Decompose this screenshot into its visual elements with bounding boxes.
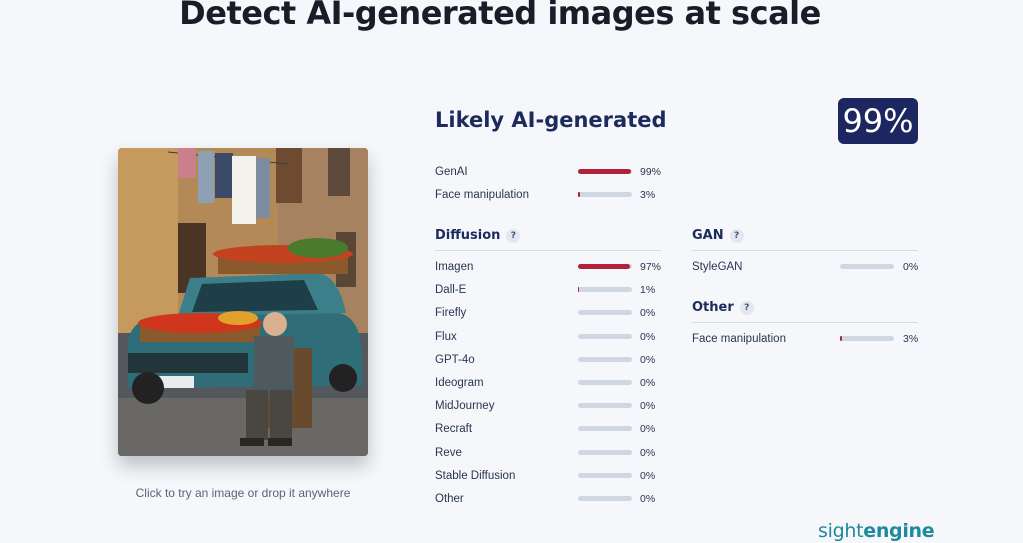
score-row: Recraft 0% bbox=[435, 421, 680, 437]
score-percent: 0% bbox=[640, 423, 656, 436]
other-section-title: Other? bbox=[692, 300, 754, 315]
score-percent: 0% bbox=[903, 261, 919, 273]
score-percent: 0% bbox=[640, 330, 656, 343]
score-bar-track bbox=[578, 310, 632, 316]
score-bar-track bbox=[840, 336, 894, 341]
score-bar-fill bbox=[578, 192, 580, 197]
score-bar-track bbox=[578, 169, 632, 174]
score-row: StyleGAN 0% bbox=[692, 259, 943, 275]
score-row: MidJourney 0% bbox=[435, 398, 680, 414]
gan-help-icon[interactable]: ? bbox=[729, 228, 744, 243]
score-percent: 0% bbox=[640, 446, 656, 459]
score-bar-track bbox=[578, 333, 632, 339]
score-row: Stable Diffusion 0% bbox=[435, 468, 680, 484]
score-row: Other 0% bbox=[435, 491, 680, 507]
score-bar-track bbox=[578, 264, 632, 269]
other-title: Other bbox=[692, 300, 734, 315]
score-percent: 0% bbox=[640, 493, 656, 505]
brand-bold: engine bbox=[863, 520, 935, 542]
score-label: Reve bbox=[435, 446, 462, 459]
score-label: Recraft bbox=[435, 423, 473, 436]
score-bar-track bbox=[840, 264, 894, 269]
score-label: GenAI bbox=[435, 166, 468, 178]
score-label: Stable Diffusion bbox=[435, 469, 516, 482]
score-row: Ideogram 0% bbox=[435, 375, 680, 391]
uploaded-image-preview[interactable] bbox=[118, 148, 368, 456]
score-label: Imagen bbox=[435, 261, 474, 273]
upload-caption[interactable]: Click to try an image or drop it anywher… bbox=[118, 486, 368, 500]
gan-section-title: GAN? bbox=[692, 228, 744, 243]
score-label: Face manipulation bbox=[435, 189, 529, 201]
score-row: GPT-4o 0% bbox=[435, 352, 680, 368]
score-bar-fill bbox=[578, 169, 632, 174]
overall-score-badge: 99% bbox=[838, 98, 918, 144]
page-headline: Detect AI-generated images at scale bbox=[179, 0, 821, 32]
gan-divider bbox=[692, 250, 918, 251]
score-percent: 1% bbox=[640, 284, 656, 297]
diffusion-help-icon[interactable]: ? bbox=[506, 228, 521, 243]
score-label: StyleGAN bbox=[692, 261, 743, 273]
score-bar-fill bbox=[578, 287, 580, 293]
diffusion-title: Diffusion bbox=[435, 228, 501, 243]
score-bar-track bbox=[578, 380, 632, 385]
score-row: Flux 0% bbox=[435, 329, 680, 345]
brand-light: sight bbox=[818, 520, 864, 542]
score-label: Flux bbox=[435, 330, 457, 343]
score-bar-fill bbox=[840, 336, 842, 341]
score-row: Reve 0% bbox=[435, 445, 680, 461]
score-percent: 0% bbox=[640, 400, 656, 413]
score-percent: 0% bbox=[640, 469, 656, 482]
score-row: Face manipulation 3% bbox=[692, 331, 943, 347]
score-percent: 0% bbox=[640, 353, 656, 366]
score-bar-track bbox=[578, 356, 632, 362]
gan-title: GAN bbox=[692, 228, 724, 243]
sightengine-logo[interactable]: sightengine bbox=[818, 520, 935, 542]
score-percent: 0% bbox=[640, 307, 656, 320]
score-percent: 3% bbox=[903, 333, 919, 345]
score-bar-track bbox=[578, 496, 632, 501]
diffusion-section-title: Diffusion? bbox=[435, 228, 521, 243]
score-percent: 99% bbox=[640, 166, 662, 178]
score-label: Dall-E bbox=[435, 284, 467, 297]
other-divider bbox=[692, 322, 918, 323]
diffusion-divider bbox=[435, 250, 661, 251]
street-scene-image bbox=[118, 148, 368, 456]
score-bar-track bbox=[578, 449, 632, 455]
score-row: Firefly 0% bbox=[435, 305, 680, 321]
score-label: Firefly bbox=[435, 307, 467, 320]
other-help-icon[interactable]: ? bbox=[739, 300, 754, 315]
score-label: Ideogram bbox=[435, 377, 484, 389]
verdict-title: Likely AI-generated bbox=[435, 108, 667, 132]
score-bar-track bbox=[578, 403, 632, 409]
score-label: Face manipulation bbox=[692, 333, 786, 345]
score-bar-track bbox=[578, 192, 632, 197]
score-row: Imagen 97% bbox=[435, 259, 680, 275]
score-bar-track bbox=[578, 426, 632, 432]
score-label: MidJourney bbox=[435, 400, 495, 413]
score-bar-fill bbox=[578, 264, 631, 269]
score-percent: 0% bbox=[640, 377, 656, 389]
score-bar-track bbox=[578, 472, 632, 478]
score-label: GPT-4o bbox=[435, 353, 475, 366]
score-row: Dall-E 1% bbox=[435, 282, 680, 298]
score-percent: 97% bbox=[640, 261, 662, 273]
score-bar-track bbox=[578, 287, 632, 293]
score-row: Face manipulation 3% bbox=[435, 187, 680, 203]
score-label: Other bbox=[435, 493, 464, 505]
score-percent: 3% bbox=[640, 189, 656, 201]
score-row: GenAI 99% bbox=[435, 164, 680, 180]
